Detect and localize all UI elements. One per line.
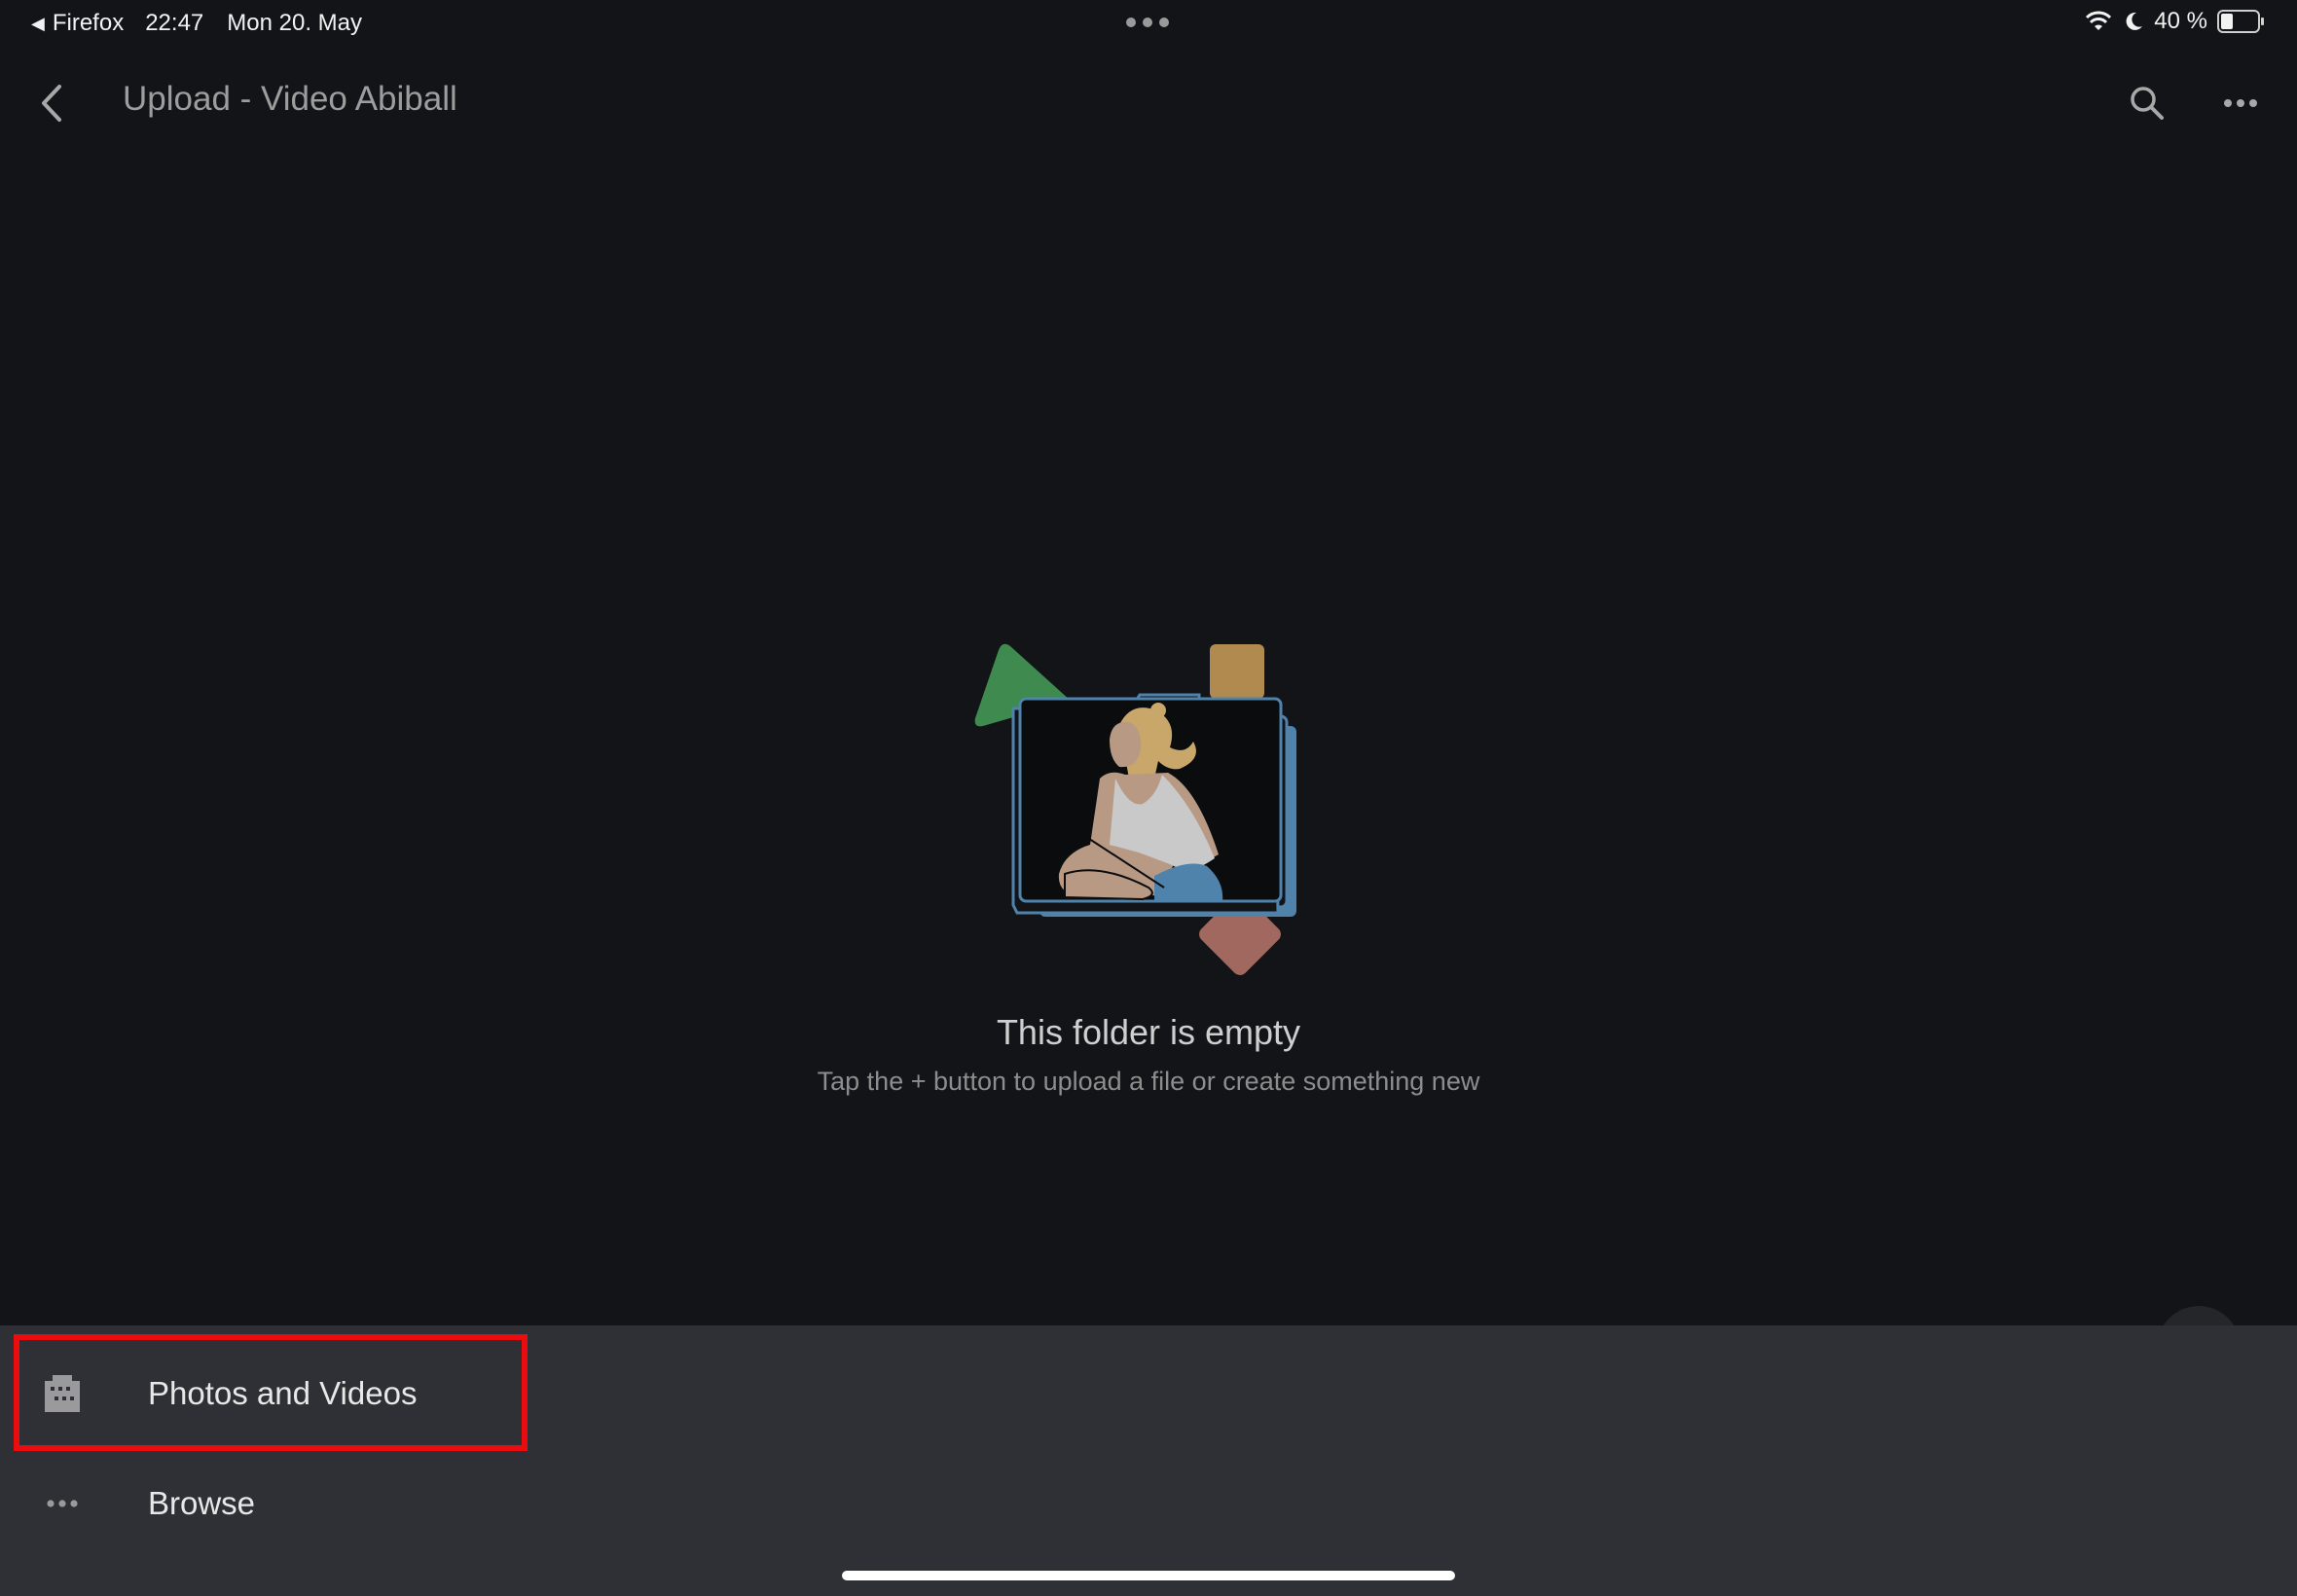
empty-state-subtitle: Tap the + button to upload a file or cre… bbox=[817, 1067, 1480, 1096]
wifi-icon bbox=[2086, 11, 2112, 30]
home-indicator[interactable] bbox=[842, 1571, 1455, 1580]
status-left: ◀ Firefox 22:47 Mon 20. May bbox=[31, 10, 362, 37]
more-horizontal-icon bbox=[2224, 99, 2257, 107]
empty-folder-illustration bbox=[974, 643, 1296, 975]
search-icon bbox=[2131, 87, 2164, 120]
back-arrow-icon bbox=[42, 85, 61, 122]
back-to-app-label[interactable]: Firefox bbox=[53, 10, 124, 37]
battery-percentage: 40 % bbox=[2154, 8, 2207, 34]
status-right: 40 % bbox=[2084, 8, 2264, 35]
status-bar: ◀ Firefox 22:47 Mon 20. May 40 % bbox=[0, 0, 2297, 47]
battery-icon bbox=[2217, 10, 2264, 33]
status-date: Mon 20. May bbox=[227, 10, 362, 36]
back-to-app-icon[interactable]: ◀ bbox=[31, 14, 45, 34]
status-time: 22:47 bbox=[145, 10, 204, 36]
highlight-annotation bbox=[14, 1334, 528, 1451]
search-button[interactable] bbox=[2116, 72, 2178, 134]
back-button[interactable] bbox=[21, 72, 84, 134]
more-horizontal-icon bbox=[39, 1480, 86, 1527]
moon-icon bbox=[2126, 12, 2143, 30]
browse-option[interactable]: Browse bbox=[0, 1450, 545, 1557]
browse-label: Browse bbox=[148, 1485, 256, 1521]
page-title: Upload - Video Abiball bbox=[123, 80, 457, 118]
screen: ◀ Firefox 22:47 Mon 20. May 40 % Upload … bbox=[0, 0, 2297, 1596]
app-header: Upload - Video Abiball bbox=[0, 58, 2297, 146]
more-options-button[interactable] bbox=[2209, 72, 2272, 134]
multitasking-dots-icon[interactable] bbox=[1126, 18, 1169, 27]
empty-state-title: This folder is empty bbox=[996, 1012, 1301, 1052]
